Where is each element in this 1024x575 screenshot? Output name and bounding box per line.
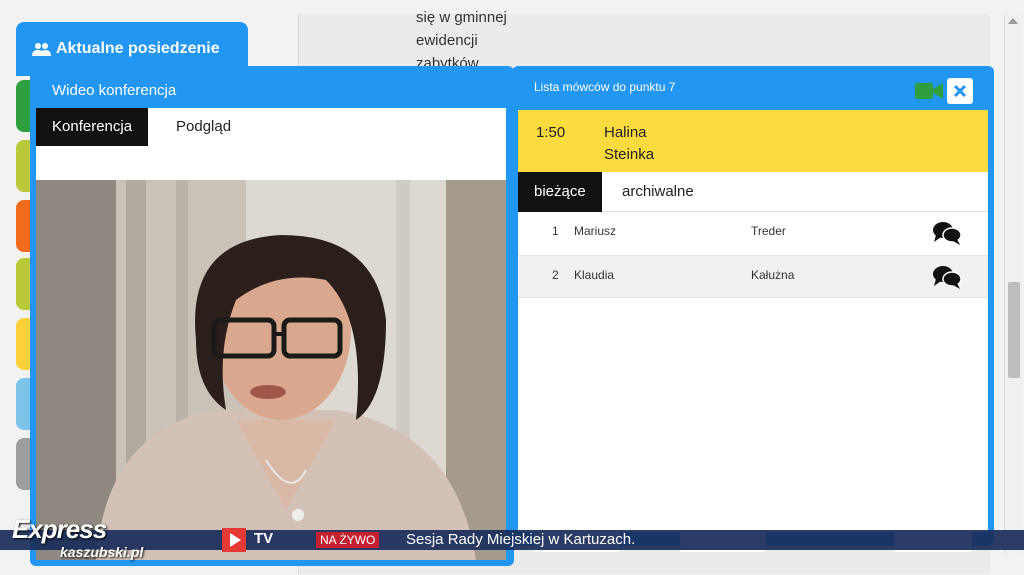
- document-line: ewidencji: [416, 32, 478, 49]
- list-item[interactable]: 2 Klaudia Kałużna: [518, 255, 988, 298]
- document-text: się w gminnej ewidencji zabytków: [416, 6, 507, 75]
- speaker-number: 2: [552, 268, 559, 282]
- scroll-up-arrow-icon[interactable]: [1008, 18, 1018, 24]
- speakers-list: 1 Mariusz Treder 2 Klaudia Kałużna: [518, 212, 988, 532]
- users-icon: [32, 43, 51, 56]
- chat-icon[interactable]: [932, 264, 962, 290]
- tab-current[interactable]: bieżące: [518, 172, 602, 212]
- ticker-text: Sesja Rady Miejskiej w Kartuzach.: [406, 531, 636, 548]
- tab-current-session-label: Aktualne posiedzenie: [56, 40, 220, 57]
- chat-icon[interactable]: [932, 220, 962, 246]
- speaker-first-name: Mariusz: [574, 224, 617, 238]
- tab-preview[interactable]: Podgląd: [160, 108, 247, 146]
- page-scrollbar[interactable]: [1004, 14, 1022, 554]
- speaker-first-name: Klaudia: [574, 268, 615, 282]
- close-button[interactable]: [947, 78, 973, 104]
- video-feed-image: [36, 180, 506, 560]
- video-panel-title: Wideo konferencja: [52, 82, 177, 99]
- current-speaker: 1:50 Halina Steinka: [518, 110, 988, 172]
- speaker-last-name: Treder: [751, 224, 786, 238]
- scroll-thumb[interactable]: [1008, 282, 1020, 378]
- broadcaster-logo: Express kaszubski.pl TV: [4, 514, 284, 566]
- video-conference-panel: Wideo konferencja Konferencja Podgląd: [30, 66, 514, 566]
- live-badge: NA ŻYWO: [316, 532, 380, 548]
- close-icon: [953, 84, 967, 98]
- speakers-panel: Lista mówców do punktu 7 1:50 Halina Ste…: [512, 66, 994, 552]
- current-speaker-name: Halina Steinka: [604, 122, 654, 166]
- logo-express-text: Express: [12, 514, 107, 544]
- video-camera-icon[interactable]: [914, 80, 944, 102]
- speaker-last-name: Kałużna: [751, 268, 795, 282]
- speaker-number: 1: [552, 224, 559, 238]
- speaker-timer: 1:50: [536, 124, 566, 141]
- logo-kaszubski-text: kaszubski.pl: [60, 544, 144, 560]
- speakers-panel-title: Lista mówców do punktu 7: [534, 80, 676, 94]
- tab-conference[interactable]: Konferencja: [36, 108, 149, 146]
- tab-archived[interactable]: archiwalne: [606, 172, 710, 212]
- list-item[interactable]: 1 Mariusz Treder: [518, 212, 988, 255]
- play-icon: [222, 528, 246, 552]
- video-stream: [36, 180, 506, 560]
- document-line: się w gminnej: [416, 9, 507, 26]
- video-tabs: Konferencja Podgląd: [36, 108, 506, 180]
- speakers-tabs: bieżące archiwalne: [518, 172, 988, 212]
- current-speaker-last-name: Steinka: [604, 146, 655, 163]
- current-speaker-first-name: Halina: [604, 124, 647, 141]
- logo-tv-text: TV: [254, 530, 274, 547]
